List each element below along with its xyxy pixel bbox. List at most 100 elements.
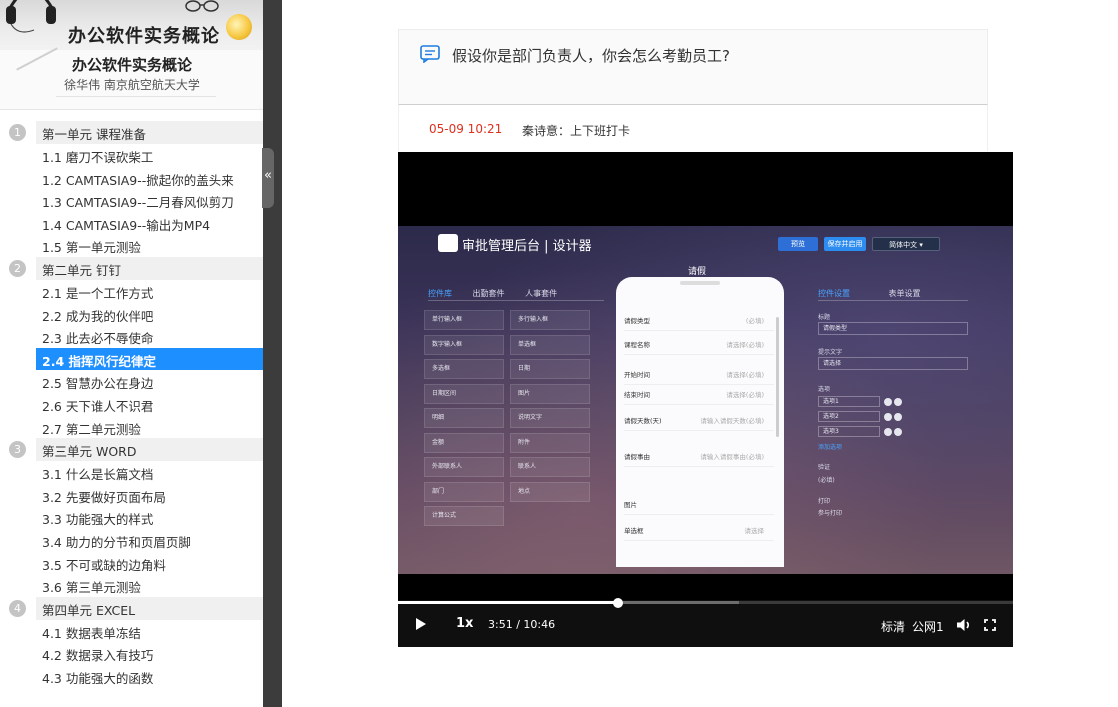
- widget-item: 金额: [424, 432, 504, 453]
- reply-time: 05-09 10:21: [429, 122, 503, 136]
- add-option-icon: [894, 413, 902, 421]
- divider: [818, 300, 968, 301]
- field-hint: 请选择(必填): [726, 391, 764, 399]
- lesson-label: 1.5 第一单元测验: [42, 240, 141, 256]
- language-select: 简体中文 ▾: [872, 237, 940, 251]
- lesson-label: 1.3 CAMTASIA9--二月春风似剪刀: [42, 195, 234, 211]
- toc-lesson[interactable]: 1.1 磨刀不误砍柴工: [0, 144, 264, 167]
- comment-icon: [420, 45, 440, 63]
- widget-item: 单选框: [510, 334, 590, 355]
- toc-lesson[interactable]: 4.3 功能强大的函数: [0, 665, 264, 688]
- toc-lesson[interactable]: 4.1 数据表单冻结: [0, 620, 264, 643]
- widget-item: 说明文字: [510, 408, 590, 428]
- widget-item: 联系人: [510, 457, 590, 477]
- tab-hr-kit: 人事套件: [525, 289, 558, 298]
- toc-lesson[interactable]: 3.4 助力的分节和页眉页脚: [0, 529, 264, 552]
- lesson-label: 2.3 此去必不辱使命: [42, 331, 154, 347]
- playback-speed-button[interactable]: 1x: [456, 616, 473, 631]
- lesson-label: 2.6 天下谁人不识君: [42, 398, 154, 414]
- add-option-icon: [894, 428, 902, 436]
- widget-item: 明细: [424, 408, 504, 428]
- volume-icon[interactable]: [956, 617, 972, 633]
- toc-lesson[interactable]: 3.2 先要做好页面布局: [0, 484, 264, 507]
- lesson-label: 4.2 数据录入有技巧: [42, 648, 154, 664]
- toc-lesson[interactable]: 1.2 CAMTASIA9--掀起你的盖头来: [0, 167, 264, 190]
- toc-unit[interactable]: 4 第四单元 EXCEL: [0, 596, 264, 620]
- toc-lesson[interactable]: 4.2 数据录入有技巧: [0, 642, 264, 665]
- remove-option-icon: [884, 428, 892, 436]
- toc-lesson[interactable]: 3.6 第三单元测验: [0, 574, 264, 597]
- widget-item: 日期区间: [424, 383, 504, 404]
- tab-form-settings: 表单设置: [888, 289, 921, 298]
- field-label: 请假类型: [624, 317, 650, 325]
- field-label: 结束时间: [624, 391, 650, 399]
- video-player[interactable]: 审批管理后台 | 设计器 预览 保存并启用 简体中文 ▾ 请假 控件库 出勤套件…: [398, 152, 1013, 647]
- widget-item: 附件: [510, 432, 590, 453]
- field-label: 请假天数(天): [624, 417, 662, 425]
- unit-number-badge: 4: [9, 599, 26, 617]
- course-header: 办公软件实务概论 办公软件实务概论 徐华伟 南京航空航天大学: [0, 0, 264, 110]
- unit-number-badge: 3: [9, 441, 26, 459]
- required-value: (必填): [818, 477, 835, 484]
- course-banner: 办公软件实务概论: [0, 0, 264, 50]
- widget-item: 地点: [510, 481, 590, 502]
- field-hint: 请输入请假天数(必填): [700, 417, 764, 425]
- toc-unit[interactable]: 3 第三单元 WORD: [0, 438, 264, 462]
- banner-title: 办公软件实务概论: [68, 26, 220, 47]
- toc-lesson[interactable]: 2.5 智慧办公在身边: [0, 370, 264, 393]
- unit-number-badge: 1: [9, 124, 26, 141]
- phone-preview: 请假类型 (必填) 课程名称 请选择(必填) 开始时间 请选择(必填) 结束时间 请选择(必填…: [616, 277, 784, 567]
- required-label: 验证: [818, 464, 831, 471]
- toc-lesson[interactable]: 2.1 是一个工作方式: [0, 280, 264, 303]
- unit-label: 第四单元 EXCEL: [42, 602, 136, 618]
- option-field: 选项1: [818, 396, 880, 407]
- reply-item[interactable]: 05-09 10:21 秦诗意：上下班打卡: [398, 105, 988, 151]
- save-enable-button: 保存并启用: [824, 237, 866, 251]
- lesson-label: 4.1 数据表单冻结: [42, 625, 141, 641]
- toc-lesson[interactable]: 2.4 指挥风行纪律定: [36, 347, 264, 371]
- toc-lesson[interactable]: 3.5 不可或缺的边角料: [0, 552, 264, 575]
- lesson-label: 2.7 第二单元测验: [42, 421, 141, 437]
- toc-lesson[interactable]: 1.3 CAMTASIA9--二月春风似剪刀: [0, 189, 264, 212]
- toc-lesson[interactable]: 3.1 什么是长篇文档: [0, 461, 264, 484]
- toc-unit[interactable]: 2 第二单元 钉钉: [0, 256, 264, 280]
- widget-item: 日期: [510, 359, 590, 379]
- widget-item: 图片: [510, 383, 590, 404]
- line-select-button[interactable]: 公网1: [912, 618, 944, 635]
- toc-lesson[interactable]: 2.2 成为我的伙伴吧: [0, 303, 264, 326]
- remove-option-icon: [884, 398, 892, 406]
- widget-item: 数字输入框: [424, 334, 504, 355]
- preview-button: 预览: [778, 237, 818, 251]
- lesson-label: 3.1 什么是长篇文档: [42, 467, 154, 483]
- headphones-icon: [6, 0, 56, 33]
- lesson-label: 2.1 是一个工作方式: [42, 285, 154, 301]
- toc-lesson[interactable]: 3.3 功能强大的样式: [0, 506, 264, 529]
- option-field: 选项2: [818, 411, 880, 422]
- field-label: 开始时间: [624, 371, 650, 379]
- quality-button[interactable]: 标清: [881, 618, 905, 635]
- play-icon[interactable]: [416, 618, 426, 630]
- sidebar-divider: [263, 0, 282, 707]
- field-label: 单选框: [624, 527, 644, 535]
- glasses-icon: [185, 0, 219, 12]
- toc-lesson[interactable]: 2.7 第二单元测验: [0, 416, 264, 439]
- course-sidebar: 办公软件实务概论 办公软件实务概论 徐华伟 南京航空航天大学 1 第一单元 课程准…: [0, 0, 264, 707]
- title-field: 请假类型: [818, 322, 968, 335]
- field-hint: (必填): [745, 317, 764, 325]
- fullscreen-icon[interactable]: [984, 619, 996, 631]
- widget-item: 多选框: [424, 359, 504, 379]
- toc-lesson[interactable]: 2.6 天下谁人不识君: [0, 393, 264, 416]
- toc-lesson[interactable]: 1.4 CAMTASIA9--输出为MP4: [0, 212, 264, 235]
- lesson-label: 2.4 指挥风行纪律定: [42, 353, 156, 369]
- form-field: 请假事由 请输入请假事由(必填): [624, 447, 774, 467]
- form-field: 请假类型 (必填): [624, 311, 774, 331]
- collapse-sidebar-button[interactable]: «: [262, 148, 274, 208]
- toc-lesson[interactable]: 1.5 第一单元测验: [0, 234, 264, 257]
- tab-attendance-kit: 出勤套件: [472, 289, 505, 298]
- course-title: 办公软件实务概论: [71, 56, 192, 74]
- lesson-label: 1.1 磨刀不误砍柴工: [42, 150, 154, 165]
- lesson-label: 3.2 先要做好页面布局: [42, 489, 166, 505]
- toc-lesson[interactable]: 2.3 此去必不辱使命: [0, 325, 264, 348]
- toc-unit[interactable]: 1 第一单元 课程准备: [0, 121, 264, 144]
- add-option-icon: [894, 398, 902, 406]
